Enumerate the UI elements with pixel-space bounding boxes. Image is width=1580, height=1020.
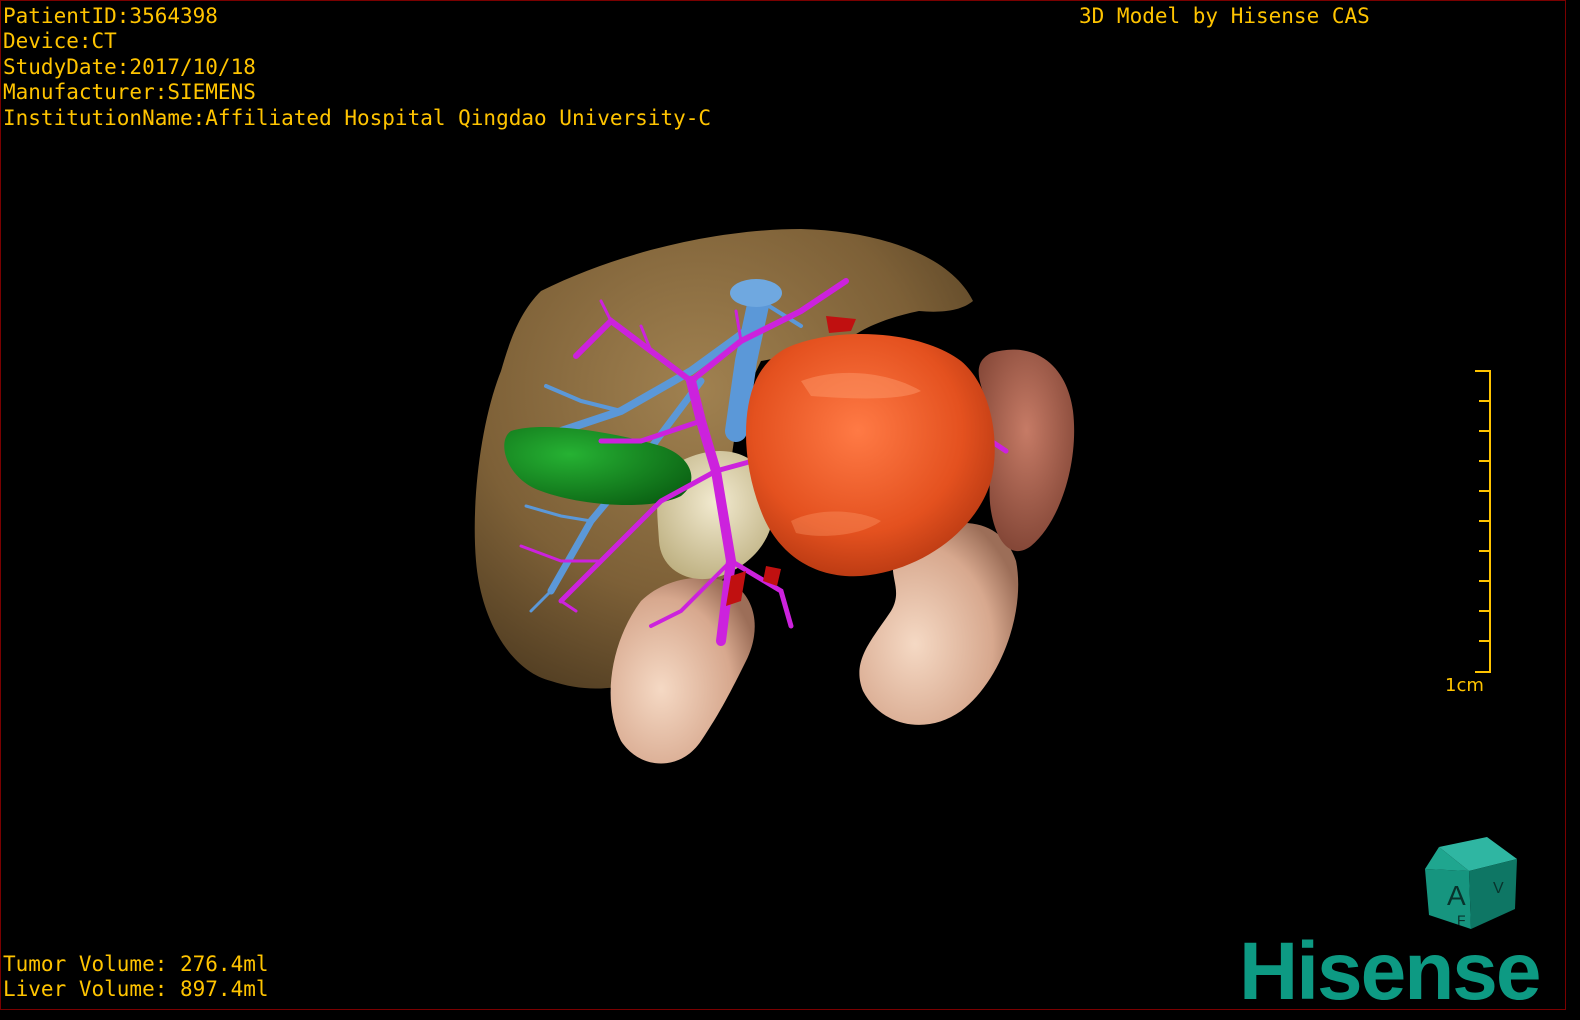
scale-bar-icon [1475,370,1491,673]
model-credit-text: 3D Model by Hisense CAS [1079,4,1370,28]
liver-volume-text: Liver Volume: 897.4ml [3,977,269,1002]
cube-face-front-label: A [1447,880,1466,911]
scale-label: 1cm [1445,675,1484,696]
anatomy-3d-model[interactable] [1,1,1566,1010]
patient-info-overlay: PatientID:3564398 Device:CT StudyDate:2017… [3,4,711,131]
patient-id-text: PatientID:3564398 [3,4,218,28]
institution-text: InstitutionName:Affiliated Hospital Qing… [3,105,712,130]
device-text: Device:CT [3,29,117,54]
volume-overlay: Tumor Volume: 276.4ml Liver Volume: 897.4… [3,952,269,1003]
cube-face-side-label: V [1493,880,1504,897]
tumor-volume-text: Tumor Volume: 276.4ml [3,952,269,976]
orientation-cube-icon[interactable]: A V F [1419,833,1523,937]
render-viewport[interactable]: PatientID:3564398 Device:CT StudyDate:2017… [0,0,1566,1010]
hisense-logo: Hisense [1239,926,1542,1010]
manufacturer-text: Manufacturer:SIEMENS [3,80,256,105]
study-date-text: StudyDate:2017/10/18 [3,54,256,79]
